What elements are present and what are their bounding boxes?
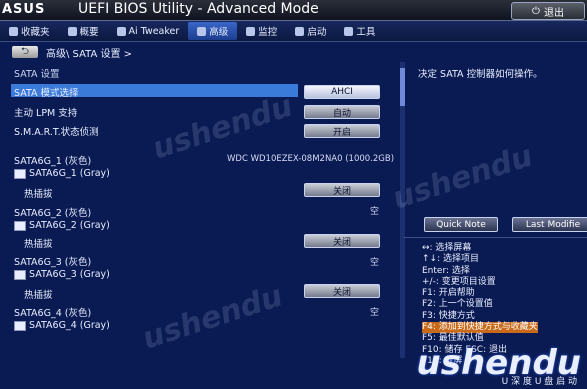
last-modified-button[interactable]: Last Modifie xyxy=(512,217,587,232)
breadcrumb-path: 高级\ SATA 设置 > xyxy=(46,48,133,60)
key-hint: Enter: 选择 xyxy=(422,265,470,276)
sata-port-1: SATA6G_1 (灰色) SATA6G_1 (Gray) xyxy=(14,156,110,179)
exit-button[interactable]: ⏻ 退出 xyxy=(511,2,585,20)
port-3-hotplug-label[interactable]: 热插拔 xyxy=(24,287,53,301)
key-hint: +/-: 变更项目设置 xyxy=(422,276,496,287)
breadcrumb: ⮌ 高级\ SATA 设置 > xyxy=(0,44,400,60)
tab-overview[interactable]: 概要 xyxy=(59,22,108,40)
sata-mode-select[interactable]: AHCI xyxy=(304,85,380,99)
port-1-hotplug-label[interactable]: 热插拔 xyxy=(24,186,53,200)
sata-port-4: SATA6G_4 (灰色) SATA6G_4 (Gray) xyxy=(14,308,110,331)
key-hint: F4: 添加到快捷方式与收藏夹 xyxy=(422,322,538,334)
key-hint: F1: 开启帮助 xyxy=(422,288,475,299)
list-icon xyxy=(67,26,77,36)
port-2-hotplug-label[interactable]: 热插拔 xyxy=(24,236,53,250)
advanced-icon xyxy=(197,26,207,36)
smart-label[interactable]: S.M.A.R.T.状态侦测 xyxy=(14,124,99,138)
app-title: UEFI BIOS Utility - Advanced Mode xyxy=(78,1,319,17)
port-3-hotplug-select[interactable]: 关闭 xyxy=(304,284,380,298)
star-icon xyxy=(9,26,18,36)
port-4-device: 空 xyxy=(370,308,380,318)
drive-icon xyxy=(14,168,26,179)
help-text: 决定 SATA 控制器如何操作。 xyxy=(418,69,543,80)
key-hint: ↔: 选择屏幕 xyxy=(422,243,472,253)
main-tabs: 收藏夹 概要 Ai Tweaker 高级 监控 启动 工具 xyxy=(0,21,587,42)
key-hint: F3: 快捷方式 xyxy=(422,310,475,321)
lpm-select[interactable]: 自动 xyxy=(304,105,380,119)
port-2-hotplug-select[interactable]: 关闭 xyxy=(304,234,380,248)
asus-logo: ASUS xyxy=(2,2,46,17)
port-1-device: WDC WD10EZEX-08M2NA0 (1000.2GB) xyxy=(227,154,395,164)
key-hint: ↑↓: 选择项目 xyxy=(422,254,479,265)
tab-ai-tweaker[interactable]: Ai Tweaker xyxy=(108,22,189,40)
section-title: SATA 设置 xyxy=(14,69,60,80)
port-1-hotplug-select[interactable]: 关闭 xyxy=(304,183,380,197)
ushendu-subtitle: U 深 度 U 盘 启 动 xyxy=(501,377,577,387)
tab-boot[interactable]: 启动 xyxy=(286,22,335,40)
tab-monitor[interactable]: 监控 xyxy=(237,22,286,40)
tweaker-icon xyxy=(116,26,126,36)
title-bar: ASUS UEFI BIOS Utility - Advanced Mode ⏻… xyxy=(0,0,587,21)
tab-tools[interactable]: 工具 xyxy=(335,22,384,40)
sata-mode-label[interactable]: SATA 模式选择 xyxy=(14,85,79,99)
drive-icon xyxy=(14,220,26,231)
tool-icon xyxy=(344,26,354,36)
sata-port-3: SATA6G_3 (灰色) SATA6G_3 (Gray) xyxy=(14,257,110,280)
port-3-device: 空 xyxy=(370,258,380,268)
tab-favorites[interactable]: 收藏夹 xyxy=(0,22,59,40)
back-button[interactable]: ⮌ xyxy=(12,46,38,58)
drive-icon xyxy=(14,269,26,280)
drive-icon xyxy=(14,320,26,331)
quick-note-button[interactable]: Quick Note xyxy=(424,217,498,232)
port-2-device: 空 xyxy=(370,207,380,217)
exit-icon: ⏻ xyxy=(532,5,540,17)
exit-label: 退出 xyxy=(543,7,564,19)
sata-port-2: SATA6G_2 (灰色) SATA6G_2 (Gray) xyxy=(14,208,110,231)
tab-advanced[interactable]: 高级 xyxy=(188,22,238,40)
help-divider xyxy=(404,237,587,238)
key-hint: F2: 上一个设置值 xyxy=(422,299,493,310)
watermark: ushendu xyxy=(388,138,537,217)
lpm-label[interactable]: 主动 LPM 支持 xyxy=(14,105,77,119)
scrollbar-thumb[interactable] xyxy=(400,68,405,106)
smart-select[interactable]: 开启 xyxy=(304,124,380,138)
monitor-icon xyxy=(246,26,256,36)
power-icon xyxy=(295,26,305,36)
